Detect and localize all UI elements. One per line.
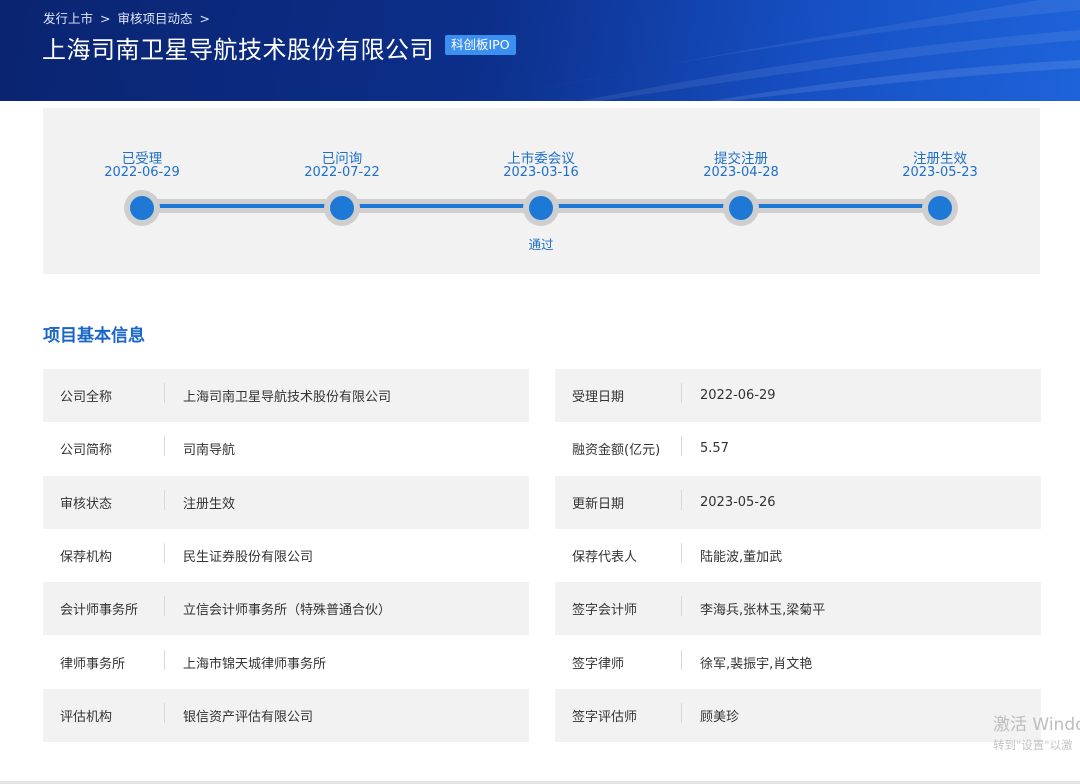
- step-marker-dot: [130, 196, 154, 220]
- info-value: 司南导航: [183, 443, 236, 459]
- info-table-right: 受理日期 2022-06-29 融资金额(亿元) 5.57 更新日期 2023-…: [555, 369, 1041, 743]
- info-value: 李海兵,张林玉,梁菊平: [700, 603, 826, 619]
- step-marker-dot: [330, 196, 354, 220]
- step-marker-dot: [928, 196, 952, 220]
- step-date: 2023-04-28: [703, 165, 779, 180]
- info-row: 律师事务所 上海市锦天城律师事务所: [43, 635, 529, 688]
- breadcrumb-item-listing[interactable]: 发行上市: [43, 8, 93, 27]
- progress-timeline: 已受理 2022-06-29 已问询 2022-07-22 上市委会议 2023…: [43, 108, 1040, 274]
- info-value: 上海司南卫星导航技术股份有限公司: [183, 390, 392, 406]
- info-label: 更新日期: [555, 489, 682, 512]
- info-label: 律师事务所: [43, 649, 165, 672]
- step-name: 已问询: [321, 151, 363, 167]
- info-row: 保荐代表人 陆能波,董加武: [555, 529, 1041, 582]
- info-row: 评估机构 银信资产评估有限公司: [43, 688, 529, 743]
- info-label: 会计师事务所: [43, 596, 165, 618]
- step-name: 已受理: [121, 151, 163, 167]
- info-row: 会计师事务所 立信会计师事务所（特殊普通合伙）: [43, 582, 529, 636]
- info-row: 公司简称 司南导航: [43, 422, 529, 475]
- step-name: 提交注册: [714, 151, 768, 167]
- info-table-left: 公司全称 上海司南卫星导航技术股份有限公司 公司简称 司南导航 审核状态 注册生…: [43, 369, 529, 743]
- timeline-step-submitted: 提交注册 2023-04-28: [671, 108, 811, 274]
- step-name: 注册生效: [913, 151, 967, 167]
- info-row: 更新日期 2023-05-26: [555, 475, 1041, 529]
- info-value: 2023-05-26: [700, 494, 776, 510]
- step-date: 2022-06-29: [104, 165, 180, 180]
- info-value: 民生证券股份有限公司: [183, 550, 314, 566]
- breadcrumb-item-review-news[interactable]: 审核项目动态: [118, 8, 193, 27]
- breadcrumb-separator-icon: >: [100, 11, 111, 26]
- timeline-step-inquired: 已问询 2022-07-22: [272, 108, 412, 274]
- step-result: 通过: [528, 237, 554, 252]
- info-row: 签字评估师 顾美珍: [555, 688, 1041, 743]
- info-label: 公司全称: [43, 383, 165, 405]
- info-label: 签字评估师: [555, 702, 682, 725]
- info-value: 顾美珍: [700, 709, 740, 725]
- info-label: 审核状态: [43, 489, 165, 512]
- section-title: 项目基本信息: [43, 326, 145, 346]
- info-label: 公司简称: [43, 436, 165, 458]
- info-value: 注册生效: [183, 496, 236, 512]
- step-marker-dot: [729, 196, 753, 220]
- info-value: 立信会计师事务所（特殊普通合伙）: [183, 603, 392, 619]
- step-name: 上市委会议: [507, 151, 575, 167]
- step-date: 2023-03-16: [503, 165, 579, 180]
- info-label: 受理日期: [555, 383, 682, 405]
- banner-wave-decoration: [480, 0, 1080, 101]
- timeline-step-accepted: 已受理 2022-06-29: [72, 108, 212, 274]
- info-label: 保荐代表人: [555, 543, 682, 565]
- step-marker-dot: [529, 196, 553, 220]
- timeline-step-effective: 注册生效 2023-05-23: [870, 108, 1010, 274]
- breadcrumb-separator-icon: >: [199, 11, 210, 26]
- info-label: 融资金额(亿元): [555, 436, 682, 458]
- info-row: 受理日期 2022-06-29: [555, 369, 1041, 423]
- info-value: 银信资产评估有限公司: [183, 709, 314, 725]
- info-value: 徐军,裴振宇,肖文艳: [700, 656, 813, 672]
- info-value: 陆能波,董加武: [700, 550, 783, 566]
- step-date: 2023-05-23: [902, 165, 978, 180]
- watermark-line-2: 转到"设置"以激: [993, 738, 1073, 752]
- info-label: 签字会计师: [555, 596, 682, 618]
- info-row: 签字会计师 李海兵,张林玉,梁菊平: [555, 582, 1041, 636]
- step-date: 2022-07-22: [304, 165, 380, 180]
- breadcrumb: 发行上市 > 审核项目动态 >: [43, 8, 217, 27]
- info-label: 保荐机构: [43, 543, 165, 565]
- info-value: 上海市锦天城律师事务所: [183, 656, 327, 672]
- info-value: 2022-06-29: [700, 388, 776, 404]
- info-row: 融资金额(亿元) 5.57: [555, 422, 1041, 475]
- board-badge: 科创板IPO: [445, 35, 516, 55]
- info-row: 公司全称 上海司南卫星导航技术股份有限公司: [43, 369, 529, 423]
- info-label: 评估机构: [43, 702, 165, 725]
- info-label: 签字律师: [555, 649, 682, 672]
- watermark-line-1: 激活 Windo: [993, 715, 1080, 735]
- windows-activation-watermark: 激活 Windo 转到"设置"以激: [993, 710, 1080, 753]
- info-row: 保荐机构 民生证券股份有限公司: [43, 529, 529, 582]
- info-row: 审核状态 注册生效: [43, 475, 529, 529]
- info-row: 签字律师 徐军,裴振宇,肖文艳: [555, 635, 1041, 688]
- timeline-step-committee-meeting: 上市委会议 2023-03-16 通过: [471, 108, 611, 274]
- page-title: 上海司南卫星导航技术股份有限公司: [42, 36, 434, 64]
- info-value: 5.57: [700, 441, 729, 457]
- header-banner: 发行上市 > 审核项目动态 > 上海司南卫星导航技术股份有限公司 科创板IPO: [0, 0, 1080, 101]
